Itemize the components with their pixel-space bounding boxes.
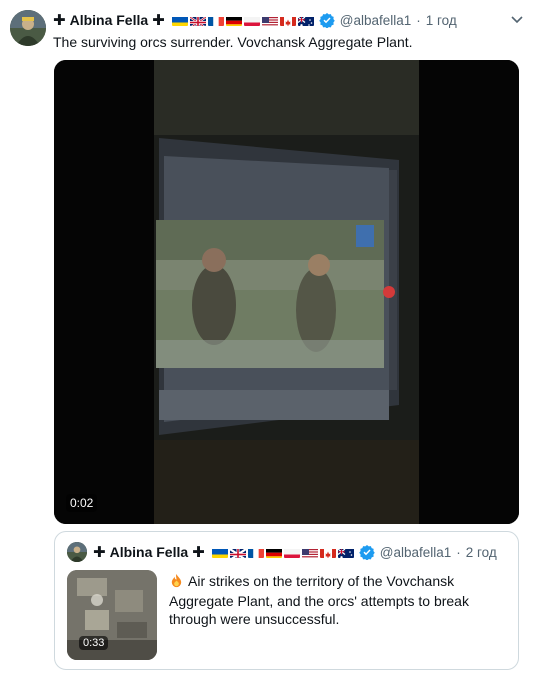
flag-list [211, 547, 354, 558]
uk-flag-icon [229, 547, 246, 558]
cross-icon: ✚ [53, 12, 66, 29]
author-handle[interactable]: @albafella1 [340, 13, 412, 28]
tweet-timestamp[interactable]: 1 год [426, 13, 457, 28]
tweet-text: The surviving orcs surrender. Vovchansk … [53, 34, 413, 50]
germany-flag-icon [225, 15, 242, 26]
avatar-image [10, 10, 46, 46]
ukraine-flag-icon [171, 15, 188, 26]
uk-flag-icon [189, 15, 206, 26]
tweet-header: ✚ Albina Fella ✚ @albafella1 · 1 год [53, 10, 457, 30]
video-player[interactable]: 0:02 [54, 60, 519, 524]
author-name[interactable]: Albina Fella [110, 544, 189, 560]
separator-dot: · [456, 544, 461, 560]
verified-badge-icon [359, 544, 375, 560]
separator-dot: · [416, 12, 421, 28]
quoted-tweet-body: Air strikes on the territory of the Vovc… [169, 573, 469, 627]
author-handle[interactable]: @albafella1 [380, 545, 452, 560]
usa-flag-icon [261, 15, 278, 26]
quoted-tweet-header: ✚ Albina Fella ✚ @albafella1 · 2 год [67, 542, 497, 562]
poland-flag-icon [283, 547, 300, 558]
quoted-video-duration: 0:33 [79, 636, 109, 650]
france-flag-icon [207, 15, 224, 26]
canada-flag-icon [319, 547, 336, 558]
fire-emoji-icon [169, 573, 184, 592]
cross-icon: ✚ [93, 544, 106, 561]
quoted-tweet-text: Air strikes on the territory of the Vovc… [169, 572, 499, 628]
flag-list [171, 15, 314, 26]
tweet-timestamp[interactable]: 2 год [466, 545, 497, 560]
tweet[interactable]: ✚ Albina Fella ✚ @albafella1 · 1 год The… [0, 0, 540, 675]
cross-icon: ✚ [152, 12, 165, 29]
video-duration: 0:02 [66, 494, 98, 512]
verified-badge-icon [319, 12, 335, 28]
quoted-tweet[interactable]: ✚ Albina Fella ✚ @albafella1 · 2 год 0:3… [54, 531, 519, 670]
ukraine-flag-icon [211, 547, 228, 558]
poland-flag-icon [243, 15, 260, 26]
cross-icon: ✚ [192, 544, 205, 561]
australia-flag-icon [337, 547, 354, 558]
canada-flag-icon [279, 15, 296, 26]
avatar[interactable] [67, 542, 87, 562]
author-name[interactable]: Albina Fella [70, 12, 149, 28]
more-options-chevron-icon[interactable] [510, 12, 524, 31]
france-flag-icon [247, 547, 264, 558]
video-frame [54, 60, 519, 524]
australia-flag-icon [297, 15, 314, 26]
usa-flag-icon [301, 547, 318, 558]
avatar[interactable] [10, 10, 46, 46]
quoted-video-thumbnail[interactable]: 0:33 [67, 570, 157, 660]
germany-flag-icon [265, 547, 282, 558]
